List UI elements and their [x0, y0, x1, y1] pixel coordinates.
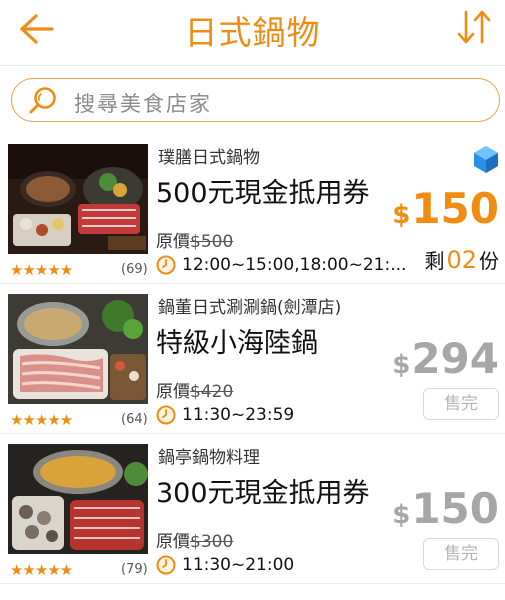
- top-bar: 日式鍋物: [0, 0, 505, 66]
- deal-photo: [8, 294, 148, 404]
- business-hours: 12:00~15:00,18:00~21:...: [182, 255, 407, 275]
- review-count: (64): [121, 412, 148, 427]
- shop-name: 璞膳日式鍋物: [158, 148, 260, 168]
- deal-title: 500元現金抵用券: [156, 178, 370, 209]
- original-price-value: $500: [190, 232, 234, 252]
- deal-price: $150: [392, 484, 499, 533]
- deal-price: $150: [392, 184, 499, 233]
- original-price-value: $420: [190, 382, 234, 402]
- sold-out-button[interactable]: 售完: [423, 388, 499, 420]
- deal-item[interactable]: ★★★★★ (79) 鍋亭鍋物料理 300元現金抵用券 原價$300 11:30…: [0, 434, 505, 584]
- business-hours: 11:30~23:59: [182, 405, 295, 425]
- star-rating-icon: ★★★★★: [10, 261, 73, 279]
- clock-icon: [156, 405, 176, 425]
- deal-photo: [8, 144, 148, 254]
- deal-item[interactable]: ★★★★★ (64) 鍋董日式涮涮鍋(劍潭店) 特級小海陸鍋 原價$420 11…: [0, 284, 505, 434]
- sort-arrows-icon[interactable]: [453, 6, 495, 48]
- clock-icon: [156, 255, 176, 275]
- original-price-value: $300: [190, 532, 234, 552]
- original-price: 原價$500: [156, 232, 234, 252]
- deal-item[interactable]: ★★★★★ (69) 璞膳日式鍋物 500元現金抵用券 原價$500 12:00…: [0, 134, 505, 284]
- deal-price: $294: [392, 334, 499, 383]
- blue-cube-icon: [471, 144, 501, 174]
- deal-title: 300元現金抵用券: [156, 478, 370, 509]
- search-icon: [28, 86, 60, 116]
- review-count: (69): [121, 262, 148, 277]
- page-title: 日式鍋物: [184, 13, 321, 52]
- deal-photo: [8, 444, 148, 554]
- review-count: (79): [121, 562, 148, 577]
- clock-icon: [156, 555, 176, 575]
- original-price: 原價$420: [156, 382, 234, 402]
- deal-list: ★★★★★ (69) 璞膳日式鍋物 500元現金抵用券 原價$500 12:00…: [0, 134, 505, 584]
- search-placeholder: 搜尋美食店家: [74, 92, 212, 116]
- shop-name: 鍋董日式涮涮鍋(劍潭店): [158, 298, 342, 318]
- deal-title: 特級小海陸鍋: [156, 328, 318, 359]
- original-price: 原價$300: [156, 532, 234, 552]
- star-rating-icon: ★★★★★: [10, 411, 73, 429]
- search-input[interactable]: 搜尋美食店家: [11, 78, 500, 122]
- sold-out-button[interactable]: 售完: [423, 538, 499, 570]
- business-hours: 11:30~21:00: [182, 555, 295, 575]
- star-rating-icon: ★★★★★: [10, 561, 73, 579]
- remaining-count: 剩02 份: [424, 246, 499, 274]
- shop-name: 鍋亭鍋物料理: [158, 448, 260, 468]
